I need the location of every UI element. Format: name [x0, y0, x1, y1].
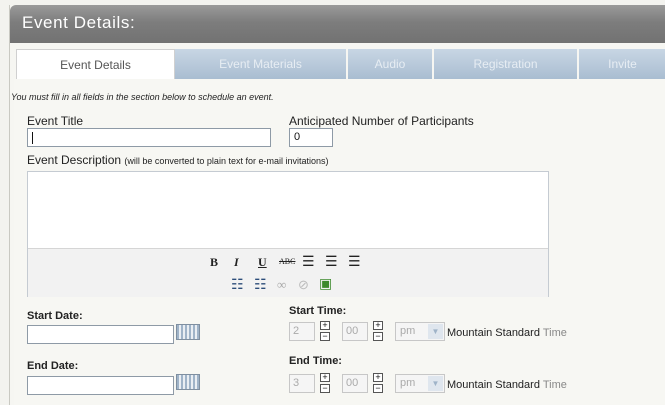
tab-event-details[interactable]: Event Details	[16, 49, 175, 80]
link-icon[interactable]: ∞	[277, 277, 286, 293]
event-title-label: Event Title	[27, 114, 84, 128]
editor-toolbar: B I U ABC ☰ ☰ ☰ ☷ ☷ ∞ ⊘ ▣	[28, 248, 548, 297]
start-timezone-suffix: Time	[542, 327, 567, 339]
start-ampm-value: pm	[400, 325, 416, 337]
bold-button[interactable]: B	[210, 255, 218, 270]
bullet-list-icon[interactable]: ☷	[231, 277, 244, 294]
end-ampm-select[interactable]: pm ▼	[395, 374, 445, 393]
start-ampm-select[interactable]: pm ▼	[395, 322, 445, 341]
start-timezone: Mountain Standard Time	[447, 327, 567, 339]
start-date-label: Start Date:	[27, 310, 83, 322]
end-timezone-name: Mountain Standard	[447, 379, 540, 391]
end-timezone-suffix: Time	[542, 379, 567, 391]
end-date-calendar-icon[interactable]	[176, 374, 200, 390]
start-minute-field[interactable]: 00	[342, 322, 368, 341]
description-note: (will be converted to plain text for e-m…	[124, 156, 329, 166]
end-hour-increment-icon[interactable]: +	[320, 373, 330, 382]
start-hour-decrement-icon[interactable]: −	[320, 332, 330, 341]
required-notice: You must fill in all fields in the secti…	[11, 92, 274, 102]
end-timezone: Mountain Standard Time	[447, 379, 567, 391]
chevron-down-icon: ▼	[428, 324, 443, 339]
tab-bar: Event Details Event Materials Audio Regi…	[16, 49, 665, 80]
participants-input[interactable]: 0	[289, 128, 333, 147]
align-center-icon[interactable]: ☰	[325, 254, 338, 271]
window-title-bar: Event Details:	[10, 5, 665, 43]
insert-image-icon[interactable]: ▣	[319, 276, 332, 293]
start-minute-decrement-icon[interactable]: −	[373, 332, 383, 341]
tab-invite[interactable]: Invite	[579, 49, 665, 79]
start-date-input[interactable]	[27, 325, 174, 344]
underline-button[interactable]: U	[258, 255, 267, 270]
end-minute-increment-icon[interactable]: +	[373, 373, 383, 382]
tab-event-materials[interactable]: Event Materials	[175, 49, 346, 79]
description-label: Event Description (will be converted to …	[27, 153, 328, 167]
end-minute-decrement-icon[interactable]: −	[373, 384, 383, 393]
numbered-list-icon[interactable]: ☷	[254, 277, 267, 294]
end-minute-field[interactable]: 00	[342, 374, 368, 393]
align-left-icon[interactable]: ☰	[302, 254, 315, 271]
tab-audio[interactable]: Audio	[348, 49, 432, 79]
start-date-calendar-icon[interactable]	[176, 324, 200, 340]
chevron-down-icon: ▼	[428, 376, 443, 391]
align-right-icon[interactable]: ☰	[348, 254, 361, 271]
tab-registration[interactable]: Registration	[434, 49, 577, 79]
start-time-label: Start Time:	[289, 305, 347, 317]
start-hour-increment-icon[interactable]: +	[320, 321, 330, 330]
event-title-input[interactable]	[27, 128, 271, 147]
unlink-icon[interactable]: ⊘	[298, 277, 309, 293]
end-hour-field[interactable]: 3	[289, 374, 315, 393]
participants-label: Anticipated Number of Participants	[289, 114, 474, 128]
end-hour-decrement-icon[interactable]: −	[320, 384, 330, 393]
start-minute-increment-icon[interactable]: +	[373, 321, 383, 330]
description-label-text: Event Description	[27, 153, 122, 167]
end-time-label: End Time:	[289, 355, 342, 367]
italic-button[interactable]: I	[234, 255, 239, 270]
end-date-label: End Date:	[27, 360, 79, 372]
start-hour-field[interactable]: 2	[289, 322, 315, 341]
strikethrough-button[interactable]: ABC	[279, 257, 295, 266]
end-ampm-value: pm	[400, 377, 416, 389]
description-editor[interactable]: B I U ABC ☰ ☰ ☰ ☷ ☷ ∞ ⊘ ▣	[27, 171, 549, 297]
window-title: Event Details:	[22, 13, 136, 32]
end-date-input[interactable]	[27, 376, 174, 395]
start-timezone-name: Mountain Standard	[447, 327, 540, 339]
